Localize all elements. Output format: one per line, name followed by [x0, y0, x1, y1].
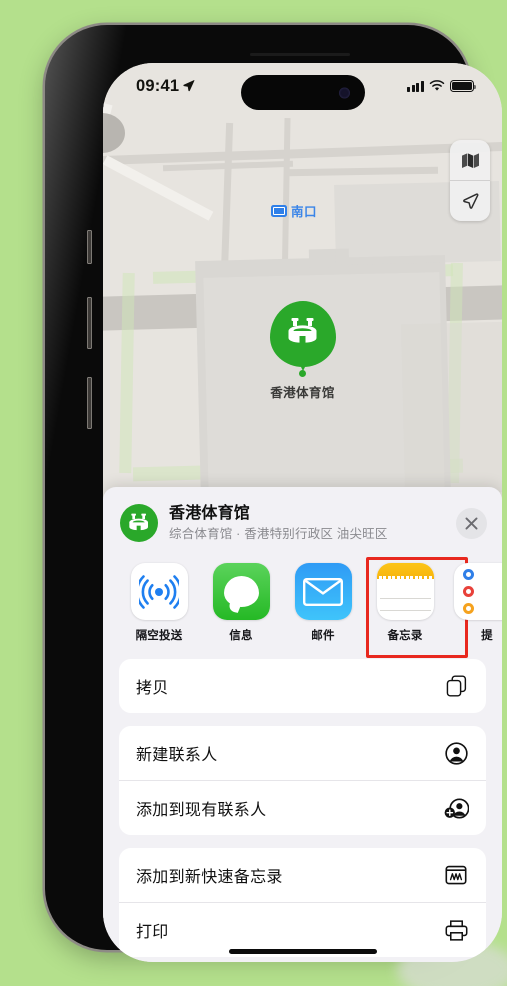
map-controls[interactable] [450, 140, 490, 221]
quick-note-icon [443, 864, 469, 886]
front-camera [338, 87, 350, 98]
signal-bars-icon [407, 80, 424, 92]
status-bar: 09:41 [103, 63, 502, 115]
person-add-icon [443, 797, 469, 820]
reminders-icon [454, 563, 502, 621]
place-info: 香港体育馆 综合体育馆 · 香港特别行政区 油尖旺区 [169, 504, 445, 542]
action-label: 新建联系人 [136, 747, 218, 765]
action-label: 拷贝 [136, 680, 169, 698]
notes-icon [376, 563, 434, 621]
home-indicator[interactable] [228, 949, 377, 954]
status-indicators [407, 80, 477, 92]
stadium-icon [120, 504, 158, 543]
share-app-messages[interactable]: 信息 [209, 563, 273, 643]
airdrop-icon [130, 563, 188, 621]
pin-anchor-dot [299, 370, 306, 377]
stadium-icon [270, 301, 336, 363]
action-group: 新建联系人 添加到现有联系人 [119, 726, 486, 836]
printer-icon [443, 920, 469, 941]
volume-up-button[interactable] [87, 297, 92, 349]
share-app-label: 邮件 [311, 630, 335, 643]
map-road [287, 166, 439, 177]
locate-me-button[interactable] [450, 180, 490, 221]
share-sheet-header: 香港体育馆 综合体育馆 · 香港特别行政区 油尖旺区 [103, 487, 502, 555]
map-icon [461, 152, 479, 168]
volume-down-button[interactable] [87, 377, 92, 429]
notes-lines [377, 579, 434, 620]
share-app-label: 备忘录 [387, 630, 423, 643]
mute-switch[interactable] [87, 230, 92, 264]
action-row-new-contact[interactable]: 新建联系人 [119, 726, 486, 780]
transit-label-text: 南口 [291, 205, 318, 219]
pin-label: 香港体育馆 [270, 386, 335, 400]
close-icon [465, 517, 478, 530]
map-roundabout [103, 113, 125, 153]
phone-frame: 南口 香港体育馆 09:41 香港体育馆 综合体育馆 · 香港特别行政区 油尖旺… [45, 25, 502, 962]
battery-full-icon [450, 80, 477, 92]
person-circle-icon [443, 742, 469, 765]
messages-icon [212, 563, 270, 621]
pin-marker[interactable] [269, 301, 336, 371]
wifi-icon [429, 80, 445, 91]
notes-header-strip [376, 563, 434, 583]
place-subtitle: 综合体育馆 · 香港特别行政区 油尖旺区 [169, 527, 388, 541]
phone-screen: 南口 香港体育馆 09:41 香港体育馆 综合体育馆 · 香港特别行政区 油尖旺… [103, 63, 502, 962]
dynamic-island [240, 75, 365, 110]
map-road [103, 141, 502, 166]
action-label: 添加到新快速备忘录 [136, 869, 283, 887]
status-time: 09:41 [136, 77, 195, 96]
location-arrow-icon [463, 193, 479, 209]
location-arrow-icon [183, 79, 195, 92]
close-button[interactable] [456, 507, 487, 539]
transit-station-label[interactable]: 南口 [271, 201, 317, 220]
map-pin[interactable]: 香港体育馆 [103, 301, 502, 401]
speech-bubble-shape [223, 576, 259, 608]
share-app-airdrop[interactable]: 隔空投送 [127, 563, 191, 643]
reminder-dot-orange [463, 603, 474, 615]
share-app-label: 提 [481, 630, 493, 643]
share-app-reminders[interactable]: 提 [454, 563, 502, 643]
share-app-mail[interactable]: 邮件 [291, 563, 355, 643]
status-time-text: 09:41 [136, 77, 180, 95]
action-row-add-existing-contact[interactable]: 添加到现有联系人 [119, 780, 486, 835]
action-group: 添加到新快速备忘录 打印 [119, 848, 486, 958]
share-action-list: 拷贝 新建联系人 添加到现有联系人 添加到新快速备忘录 打印 [103, 647, 502, 958]
share-sheet: 香港体育馆 综合体育馆 · 香港特别行政区 油尖旺区 隔空投送 信息 邮件 备忘… [103, 487, 502, 962]
action-group: 拷贝 [119, 659, 486, 714]
map-layers-button[interactable] [450, 140, 490, 180]
action-label: 打印 [136, 924, 169, 942]
share-app-label: 信息 [229, 630, 253, 643]
subway-exit-icon [271, 204, 287, 217]
share-app-notes[interactable]: 备忘录 [366, 557, 468, 659]
reminder-dot-blue [463, 569, 474, 581]
copy-icon [443, 675, 469, 697]
action-label: 添加到现有联系人 [136, 802, 267, 820]
action-row-copy[interactable]: 拷贝 [119, 659, 486, 713]
place-title: 香港体育馆 [169, 505, 251, 522]
share-app-row[interactable]: 隔空投送 信息 邮件 备忘录 提 [103, 555, 502, 659]
mail-icon [294, 563, 352, 621]
screenshot-root: 南口 香港体育馆 09:41 香港体育馆 综合体育馆 · 香港特别行政区 油尖旺… [0, 0, 507, 986]
earpiece-speaker [250, 53, 350, 56]
reminder-dot-red [463, 586, 474, 598]
share-app-label: 隔空投送 [135, 630, 183, 643]
action-row-new-quick-note[interactable]: 添加到新快速备忘录 [119, 848, 486, 902]
notes-perforation [377, 576, 434, 583]
